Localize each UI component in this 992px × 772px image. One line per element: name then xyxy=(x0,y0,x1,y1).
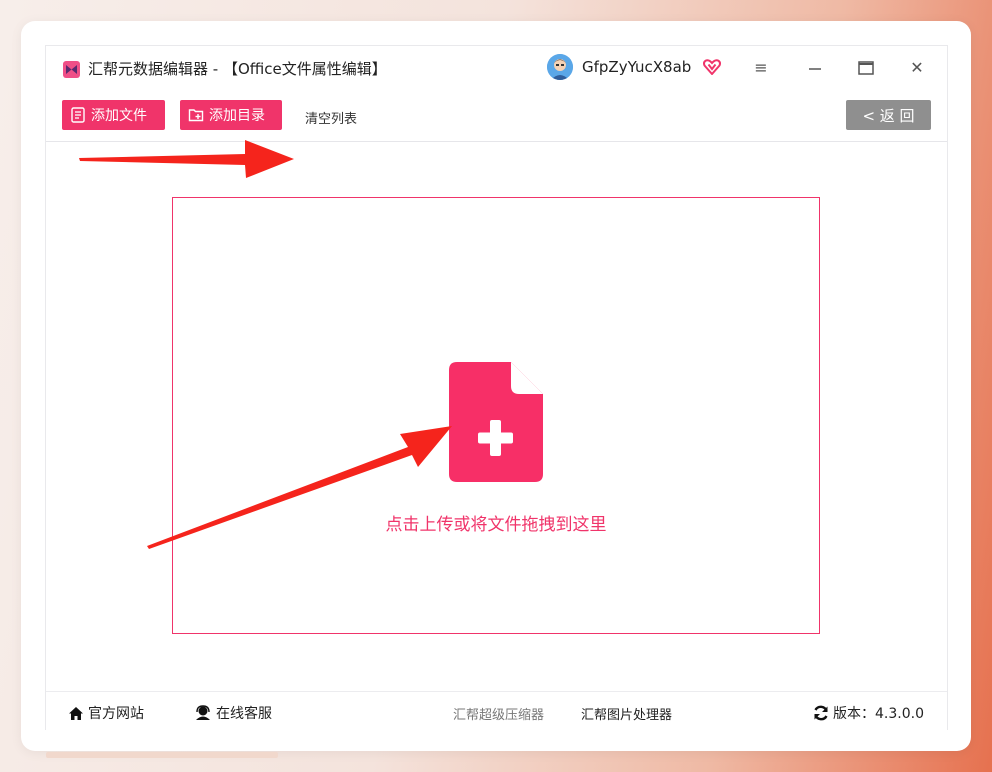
add-directory-label: 添加目录 xyxy=(209,108,265,124)
app-window: 汇帮元数据编辑器 - 【Office文件属性编辑】 GfpZyYucX8ab ≡ xyxy=(45,45,948,730)
app-title: 汇帮元数据编辑器 - 【Office文件属性编辑】 xyxy=(88,60,387,78)
username[interactable]: GfpZyYucX8ab xyxy=(582,58,691,76)
add-file-label: 添加文件 xyxy=(91,108,147,124)
version-info[interactable]: 版本：4.3.0.0 xyxy=(813,703,924,723)
menu-icon[interactable]: ≡ xyxy=(749,56,773,80)
online-service-label: 在线客服 xyxy=(216,706,272,722)
back-button[interactable]: < 返 回 xyxy=(846,100,931,130)
maximize-icon[interactable] xyxy=(854,56,878,80)
toolbar: 添加文件 添加目录 清空列表 < 返 回 xyxy=(46,89,947,142)
bowtie-logo-icon xyxy=(63,61,80,78)
version-label: 版本：4.3.0.0 xyxy=(833,706,924,722)
add-folder-icon xyxy=(188,109,204,122)
vip-heart-icon[interactable] xyxy=(703,59,721,76)
home-icon xyxy=(69,706,83,720)
avatar[interactable] xyxy=(547,54,573,80)
add-directory-button[interactable]: 添加目录 xyxy=(180,100,282,130)
title-bar: 汇帮元数据编辑器 - 【Office文件属性编辑】 GfpZyYucX8ab ≡ xyxy=(46,46,947,89)
official-site-link[interactable]: 官方网站 xyxy=(68,703,144,723)
background-strip xyxy=(46,752,278,758)
drop-zone-text: 点击上传或将文件拖拽到这里 xyxy=(385,515,607,535)
compressor-link[interactable]: 汇帮超级压缩器 xyxy=(453,704,544,723)
footer: 官方网站 在线客服 汇帮超级压缩器 汇帮图片处理器 版本：4.3.0.0 xyxy=(46,691,947,730)
headset-icon xyxy=(196,705,210,720)
file-drop-zone[interactable]: 点击上传或将文件拖拽到这里 xyxy=(172,197,820,634)
clear-list-button[interactable]: 清空列表 xyxy=(305,108,357,127)
official-site-label: 官方网站 xyxy=(88,706,144,722)
close-icon[interactable]: ✕ xyxy=(905,56,929,80)
online-service-link[interactable]: 在线客服 xyxy=(194,703,272,723)
minimize-icon[interactable] xyxy=(803,56,827,80)
image-processor-link[interactable]: 汇帮图片处理器 xyxy=(581,704,672,723)
file-plus-icon[interactable] xyxy=(449,362,543,486)
add-file-icon xyxy=(71,107,85,123)
refresh-icon xyxy=(814,705,828,721)
add-file-button[interactable]: 添加文件 xyxy=(62,100,165,130)
